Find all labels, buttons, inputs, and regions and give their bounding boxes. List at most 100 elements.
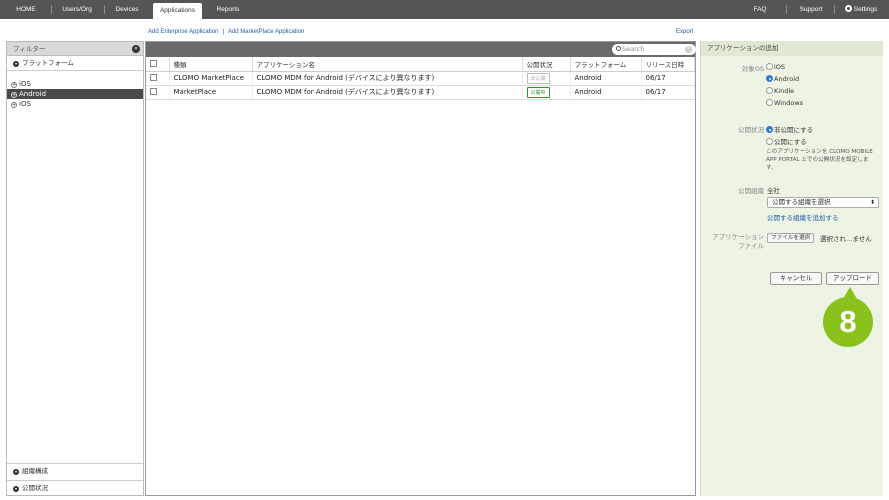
filter-item-ios[interactable]: + iOS bbox=[7, 79, 143, 89]
row-date: 06/17 bbox=[641, 85, 695, 100]
select-arrow-icon: ⬍ bbox=[869, 199, 875, 206]
radio-selected-icon bbox=[766, 126, 773, 133]
col-platform[interactable]: プラットフォーム bbox=[570, 57, 642, 72]
status-label: 公開状況 bbox=[738, 126, 764, 134]
os-option-kindle[interactable]: Kindle bbox=[766, 87, 794, 95]
link-separator: | bbox=[222, 29, 224, 35]
nav-home[interactable]: HOME bbox=[10, 0, 42, 19]
panel-title: アプリケーションの追加 bbox=[701, 41, 883, 56]
row-name: CLOMO MDM for Android (デバイスにより異なります) bbox=[252, 71, 523, 86]
nav-settings[interactable]: Settings bbox=[840, 0, 882, 19]
nav-users-org[interactable]: Users/Org bbox=[57, 0, 97, 19]
filter-panel: フィルター « ▾ プラットフォーム + iOS + Android + iOS ▾ 組織… bbox=[6, 41, 144, 496]
nav-reports[interactable]: Reports bbox=[209, 0, 247, 19]
search-placeholder: Search bbox=[622, 45, 645, 53]
row-status-cell: 非公開 bbox=[522, 71, 571, 86]
nav-divider bbox=[104, 5, 105, 14]
add-org-link[interactable]: 公開する組織を追加する bbox=[767, 212, 839, 222]
status-badge: 非公開 bbox=[526, 72, 550, 84]
org-section-toggle[interactable]: ▾ 組織構成 bbox=[7, 463, 143, 478]
os-option-label: Windows bbox=[774, 99, 804, 107]
col-release-date[interactable]: リリース日時 bbox=[641, 57, 695, 72]
col-type[interactable]: 種類 bbox=[169, 57, 253, 72]
status-section-toggle[interactable]: ▾ 公開状況 bbox=[7, 480, 143, 495]
status-option-label: 非公開にする bbox=[774, 126, 814, 134]
os-option-windows[interactable]: Windows bbox=[766, 99, 803, 107]
os-option-ios[interactable]: iOS bbox=[766, 63, 785, 71]
os-option-label: Android bbox=[774, 75, 800, 83]
radio-icon bbox=[766, 99, 773, 106]
table-row[interactable]: CLOMO MarketPlace CLOMO MDM for Android … bbox=[146, 71, 695, 86]
filter-item-label: iOS bbox=[19, 100, 31, 108]
status-option-public[interactable]: 公開にする bbox=[766, 136, 807, 146]
select-all-cell bbox=[146, 57, 170, 72]
table-header-row: 種類 アプリケーション名 公開状況 プラットフォーム リリース日時 bbox=[146, 57, 695, 72]
add-links: Add Enterprise Application | Add MarketPla… bbox=[148, 29, 304, 38]
org-select-value: 公開する組織を選択 bbox=[772, 198, 831, 206]
top-nav: HOME Users/Org Devices Applications Repo… bbox=[0, 0, 889, 19]
org-value: 全社 bbox=[767, 187, 780, 195]
radio-selected-icon bbox=[766, 75, 773, 82]
plus-icon: + bbox=[11, 82, 17, 88]
nav-devices[interactable]: Devices bbox=[109, 0, 145, 19]
filter-item-ios[interactable]: + iOS bbox=[7, 99, 143, 109]
status-option-label: 公開にする bbox=[774, 138, 807, 146]
radio-icon bbox=[766, 87, 773, 94]
plus-icon: + bbox=[11, 92, 17, 98]
filter-item-label: iOS bbox=[19, 80, 31, 88]
filter-title: フィルター bbox=[13, 45, 46, 53]
search-input[interactable]: Search × bbox=[612, 44, 696, 55]
add-enterprise-link[interactable]: Add Enterprise Application bbox=[148, 29, 218, 35]
status-description-line: APP PORTAL 上での公開状況を設定しま bbox=[766, 157, 869, 163]
row-checkbox[interactable] bbox=[150, 88, 157, 95]
collapse-icon[interactable]: « bbox=[132, 45, 140, 53]
select-all-checkbox[interactable] bbox=[150, 59, 157, 67]
os-label: 対象OS bbox=[741, 65, 764, 73]
row-platform: Android bbox=[570, 85, 642, 100]
radio-icon bbox=[766, 138, 773, 145]
os-option-android[interactable]: Android bbox=[766, 75, 799, 83]
nav-divider bbox=[834, 5, 835, 14]
table-toolbar: Search × bbox=[146, 42, 696, 57]
status-description-line: このアプリケーションを CLOMO MOBILE bbox=[766, 149, 873, 155]
filter-item-label: Android bbox=[19, 90, 47, 98]
row-date: 06/17 bbox=[641, 71, 695, 86]
search-icon bbox=[616, 46, 621, 51]
row-checkbox-cell bbox=[146, 71, 170, 86]
org-select[interactable]: 公開する組織を選択 ⬍ bbox=[767, 197, 879, 208]
status-section-label: 公開状況 bbox=[22, 484, 48, 492]
export-link[interactable]: Export bbox=[676, 29, 693, 35]
platform-list: + iOS + Android + iOS bbox=[7, 79, 143, 109]
filter-item-android[interactable]: + Android bbox=[7, 89, 143, 99]
application-table: 種類 アプリケーション名 公開状況 プラットフォーム リリース日時 CLOMO … bbox=[146, 57, 695, 100]
table-row[interactable]: MarketPlace CLOMO MDM for Android (デバイスに… bbox=[146, 85, 695, 100]
nav-support[interactable]: Support bbox=[795, 0, 827, 19]
callout-badge: 8 bbox=[823, 297, 873, 347]
cancel-button[interactable]: キャンセル bbox=[770, 272, 822, 285]
nav-applications[interactable]: Applications bbox=[153, 3, 202, 19]
os-option-label: Kindle bbox=[774, 87, 795, 95]
org-label: 公開組織 bbox=[738, 187, 764, 195]
platform-section-toggle[interactable]: ▾ プラットフォーム bbox=[7, 56, 143, 71]
row-checkbox-cell bbox=[146, 85, 170, 100]
row-checkbox[interactable] bbox=[150, 74, 157, 81]
choose-file-button[interactable]: ファイルを選択 bbox=[767, 233, 815, 243]
row-type: CLOMO MarketPlace bbox=[169, 71, 253, 86]
col-status[interactable]: 公開状況 bbox=[522, 57, 571, 72]
file-label: ファイル bbox=[738, 242, 764, 250]
clear-icon[interactable]: × bbox=[685, 46, 692, 53]
application-table-panel: Search × 種類 アプリケーション名 公開状況 プラットフォーム リリース… bbox=[145, 41, 696, 496]
status-option-private[interactable]: 非公開にする bbox=[766, 124, 813, 134]
row-type: MarketPlace bbox=[169, 85, 253, 100]
add-marketplace-link[interactable]: Add MarketPlace Application bbox=[228, 29, 304, 35]
row-platform: Android bbox=[570, 71, 642, 86]
nav-faq[interactable]: FAQ bbox=[748, 0, 772, 19]
chevron-down-icon: ▾ bbox=[13, 486, 19, 492]
col-name[interactable]: アプリケーション名 bbox=[252, 57, 523, 72]
row-status-cell: 公開中 bbox=[522, 85, 571, 100]
row-name: CLOMO MDM for Android (デバイスにより異なります) bbox=[252, 85, 523, 100]
upload-button[interactable]: アップロード bbox=[826, 272, 879, 285]
os-option-label: iOS bbox=[774, 63, 786, 71]
filter-header: フィルター « bbox=[7, 42, 143, 56]
status-badge: 公開中 bbox=[526, 86, 550, 98]
